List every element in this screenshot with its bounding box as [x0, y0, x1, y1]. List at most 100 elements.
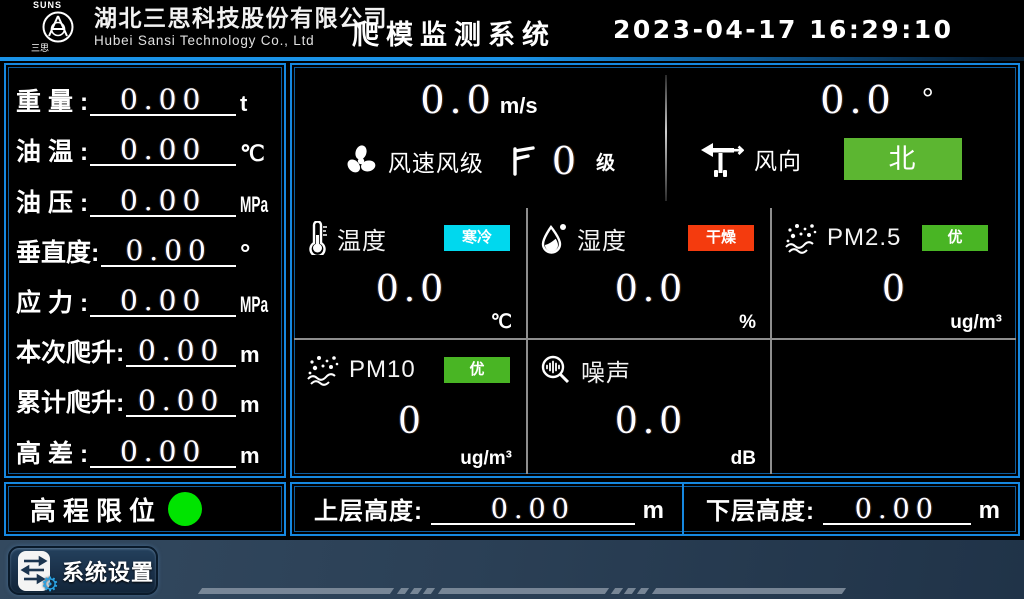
- row-current-climb: 本次爬升: 0.00 m: [12, 323, 278, 373]
- pm10-icon: [306, 354, 340, 386]
- measure-underline: 0.00: [90, 86, 236, 116]
- env-cell-temperature: 温度 寒冷 0.0 ℃: [294, 208, 528, 340]
- row-oil-pressure: 油 压 : 0.00 MPa: [12, 172, 278, 222]
- measure-label: 垂直度:: [16, 240, 99, 267]
- measure-value: 0.00: [120, 133, 206, 166]
- measure-value: 0.00: [125, 234, 211, 267]
- row-oil-temp: 油 温 : 0.00 ℃: [12, 122, 278, 172]
- logo-suns-text: SUNS: [27, 1, 89, 10]
- measure-unit: MPa: [240, 293, 274, 317]
- measure-unit: MPa: [240, 193, 274, 217]
- wind-level-unit: 级: [596, 148, 615, 175]
- upper-height-underline: 0.00: [431, 496, 635, 525]
- wind-level-readout: 风速风级 0 级: [294, 141, 664, 181]
- measure-value: 0.00: [120, 435, 206, 468]
- main-panel: 0.0m/s 风速风级 0: [290, 63, 1020, 478]
- taskbar-deco-slash: [637, 588, 649, 594]
- measure-label: 累计爬升:: [16, 390, 124, 417]
- elevation-limit-label: 高程限位: [30, 491, 162, 528]
- noise-icon: [540, 354, 572, 386]
- upper-height-cell: 上层高度: 0.00 m: [292, 484, 682, 534]
- settings-sliders-icon: ⚙: [18, 551, 54, 591]
- measure-underline: 0.00: [90, 438, 236, 468]
- layer-heights-box: 上层高度: 0.00 m 下层高度: 0.00 m: [290, 482, 1020, 536]
- taskbar-deco-bar: [438, 588, 609, 594]
- wind-direction-readout: 0.0°: [668, 79, 1016, 122]
- env-cell-empty: [772, 340, 1016, 474]
- pm25-unit: ug/m³: [950, 312, 1002, 334]
- measure-value: 0.00: [120, 284, 206, 317]
- taskbar-deco-slash: [624, 588, 636, 594]
- env-label: PM2.5: [827, 224, 901, 252]
- elevation-limit-box: 高程限位: [4, 482, 286, 536]
- taskbar-deco-slash: [410, 588, 422, 594]
- gear-icon: ⚙: [41, 575, 59, 595]
- env-label: 噪声: [581, 353, 631, 388]
- system-settings-button[interactable]: ⚙ 系统设置: [8, 546, 158, 595]
- company-name: 湖北三思科技股份有限公司 Hubei Sansi Technology Co.,…: [94, 5, 388, 48]
- measure-underline: 0.00: [126, 337, 236, 367]
- pm10-value: 0: [306, 402, 518, 442]
- temperature-value: 0.0: [306, 270, 518, 310]
- row-weight: 重 量 : 0.00 t: [12, 72, 278, 122]
- lower-height-unit: m: [979, 497, 1000, 525]
- thermometer-icon: [306, 221, 328, 255]
- measure-unit: m: [240, 393, 274, 417]
- env-cell-pm25: PM2.5 优 0 ug/m³: [772, 208, 1016, 340]
- measure-unit: t: [240, 92, 274, 116]
- measure-label: 本次爬升:: [16, 340, 124, 367]
- upper-height-unit: m: [643, 497, 664, 525]
- lower-height-underline: 0.00: [823, 496, 971, 525]
- measure-unit: °: [240, 241, 274, 267]
- wind-direction-value: 0.0: [820, 78, 895, 122]
- row-stress: 应 力 : 0.00 MPa: [12, 273, 278, 323]
- env-cell-humidity: 湿度 干燥 0.0 %: [528, 208, 772, 340]
- wind-direction-block: 0.0° 风向 北: [668, 67, 1016, 207]
- measure-underline: 0.00: [90, 136, 236, 166]
- taskbar-deco-bar: [652, 588, 846, 594]
- measure-unit: m: [240, 444, 274, 468]
- humidity-value: 0.0: [540, 270, 762, 310]
- env-label: 湿度: [577, 221, 627, 256]
- humidity-status-badge: 干燥: [688, 225, 754, 251]
- measure-value: 0.00: [120, 184, 206, 217]
- measure-underline: 0.00: [90, 187, 236, 217]
- elevation-limit-indicator: [168, 492, 202, 526]
- taskbar-deco-slash: [397, 588, 409, 594]
- lower-height-cell: 下层高度: 0.00 m: [682, 484, 1018, 534]
- datetime-display: 2023-04-17 16:29:10: [613, 15, 953, 44]
- logo-sansi-text: 三思: [27, 44, 89, 53]
- pm10-unit: ug/m³: [460, 448, 512, 470]
- wind-direction-row: 风向 北: [668, 138, 1016, 180]
- temperature-unit: ℃: [491, 311, 512, 334]
- env-cell-noise: 噪声 0.0 dB: [528, 340, 772, 474]
- row-total-climb: 累计爬升: 0.00 m: [12, 373, 278, 423]
- lower-height-label: 下层高度:: [706, 499, 815, 525]
- taskbar-deco-bar: [198, 588, 394, 594]
- taskbar: ⚙ 系统设置: [0, 540, 1024, 599]
- wind-speed-unit: m/s: [500, 93, 538, 118]
- pm25-icon: [784, 222, 818, 254]
- environment-grid: 温度 寒冷 0.0 ℃ 湿度 干燥 0.0 %: [294, 208, 1016, 474]
- measure-underline: 0.00: [90, 287, 236, 317]
- row-verticality: 垂直度: 0.00 °: [12, 223, 278, 273]
- measure-label: 应 力 :: [16, 290, 88, 317]
- company-name-en: Hubei Sansi Technology Co., Ltd: [94, 33, 388, 48]
- humidity-icon: [540, 221, 568, 255]
- measurement-rows: 重 量 : 0.00 t 油 温 : 0.00 ℃ 油 压 : 0.00 MPa…: [12, 72, 278, 474]
- wind-speed-value: 0.0: [420, 78, 495, 122]
- wind-direction-badge: 北: [844, 138, 962, 180]
- measure-value: 0.00: [120, 83, 206, 116]
- measure-underline: 0.00: [126, 387, 236, 417]
- noise-value: 0.0: [540, 402, 762, 442]
- pm25-status-badge: 优: [922, 225, 988, 251]
- wind-speed-readout: 0.0m/s: [294, 79, 664, 127]
- page-title: 爬模监测系统: [352, 13, 556, 52]
- upper-height-label: 上层高度:: [314, 499, 423, 525]
- measure-label: 重 量 :: [16, 89, 88, 116]
- measure-label: 油 温 :: [16, 139, 88, 166]
- measure-label: 油 压 :: [16, 190, 88, 217]
- upper-height-value: 0.00: [491, 494, 575, 525]
- measure-value: 0.00: [138, 384, 224, 417]
- taskbar-deco-slash: [423, 588, 435, 594]
